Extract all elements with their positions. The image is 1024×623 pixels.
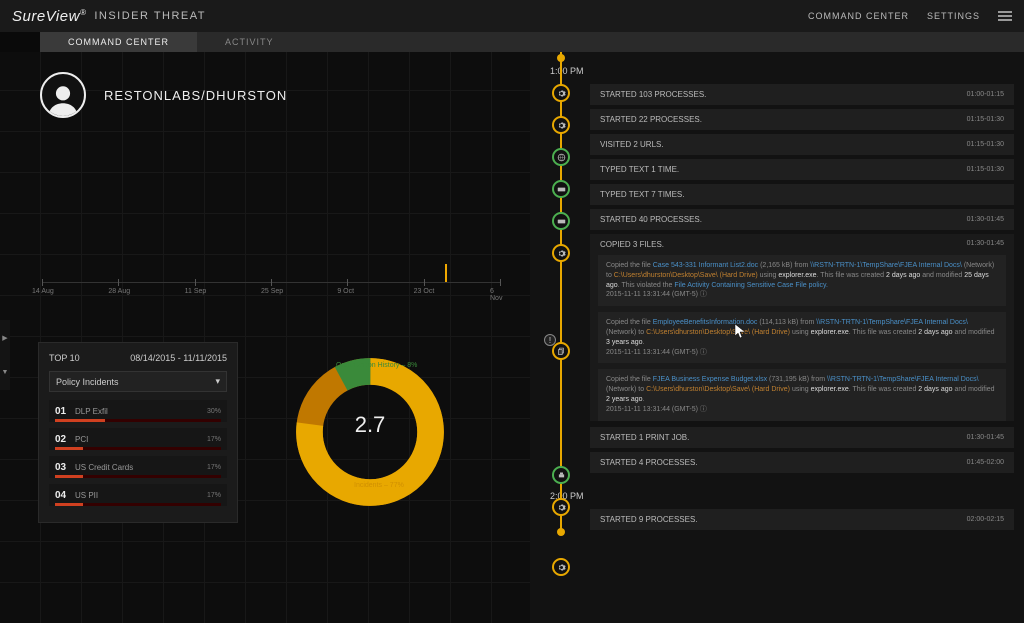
timeline-tick-label: 25 Sep [261,288,283,295]
event-text: STARTED 4 PROCESSES. [600,458,698,467]
event-time: 01:30-01:45 [967,434,1004,441]
timeline-event[interactable]: TYPED TEXT 1 TIME. 01:15-01:30 [590,159,1014,180]
timeline-event[interactable]: STARTED 22 PROCESSES. 01:15-01:30 [590,109,1014,130]
event-time: 01:45-02:00 [967,459,1004,466]
top10-rank: 04 [55,490,75,501]
event-text: STARTED 103 PROCESSES. [600,90,706,99]
top10-pct: 17% [207,464,221,471]
donut-center-value: 2.7 [290,412,450,438]
top10-row[interactable]: 02 PCI 17% [49,428,227,450]
event-text: TYPED TEXT 7 TIMES. [600,190,684,199]
top10-rank: 03 [55,462,75,473]
event-text: STARTED 22 PROCESSES. [600,115,702,124]
donut-label-incidents: Incidents – 77% [354,482,404,489]
detail-item[interactable]: Copied the file Case 543-331 Informant L… [598,255,1006,306]
tab-command-center[interactable]: COMMAND CENTER [40,32,197,52]
timeline-event[interactable]: STARTED 4 PROCESSES. 01:45-02:00 [590,452,1014,473]
menu-icon[interactable] [998,9,1012,23]
mini-timeline[interactable]: 14 Aug28 Aug11 Sep25 Sep9 Oct23 Oct6 Nov [42,282,500,302]
event-text: VISITED 2 URLS. [600,140,664,149]
event-time: 02:00-02:15 [967,516,1004,523]
timeline-event[interactable]: VISITED 2 URLS. 01:15-01:30 [590,134,1014,155]
timeline-detail-block: COPIED 3 FILES. 01:30-01:45 Copied the fi… [590,234,1014,421]
top10-name: DLP Exfil [75,407,207,416]
app-logo: SureView® [12,8,86,25]
time-section-header: 1:00 PM [550,58,1024,80]
timeline-event[interactable]: STARTED 9 PROCESSES. 02:00-02:15 [590,509,1014,530]
top10-row[interactable]: 04 US PII 17% [49,484,227,506]
top10-pct: 30% [207,408,221,415]
timeline-tick-label: 6 Nov [490,288,502,302]
app-subtitle: INSIDER THREAT [94,10,206,22]
timeline-tick-label: 28 Aug [108,288,130,295]
event-text: STARTED 1 PRINT JOB. [600,433,689,442]
top10-panel: TOP 10 08/14/2015 - 11/11/2015 Policy In… [38,342,238,523]
timeline-tick-label: 9 Oct [337,288,354,295]
event-time: 01:30-01:45 [967,216,1004,223]
top10-name: PCI [75,435,207,444]
gear-icon[interactable] [552,84,570,102]
gear-icon[interactable] [552,558,570,576]
keyboard-icon[interactable] [552,180,570,198]
timeline-tick-label: 14 Aug [32,288,54,295]
top10-row[interactable]: 03 US Credit Cards 17% [49,456,227,478]
nav-settings[interactable]: SETTINGS [927,11,980,21]
event-time: 01:15-01:30 [967,166,1004,173]
detail-header: COPIED 3 FILES. [600,240,664,249]
globe-icon[interactable] [552,148,570,166]
gear-icon[interactable] [552,116,570,134]
event-time: 01:15-01:30 [967,116,1004,123]
top10-dropdown[interactable]: Policy Incidents ▾ [49,371,227,392]
avatar [40,72,86,118]
event-time: 01:15-01:30 [967,141,1004,148]
timeline-tick-label: 11 Sep [185,288,207,295]
event-text: STARTED 40 PROCESSES. [600,215,702,224]
timeline-event[interactable]: TYPED TEXT 7 TIMES. [590,184,1014,205]
top10-row[interactable]: 01 DLP Exfil 30% [49,400,227,422]
timeline-event[interactable]: STARTED 103 PROCESSES. 01:00-01:15 [590,84,1014,105]
timeline-event[interactable]: STARTED 1 PRINT JOB. 01:30-01:45 [590,427,1014,448]
nav-command-center[interactable]: COMMAND CENTER [808,11,909,21]
detail-item[interactable]: Copied the file FJEA Business Expense Bu… [598,369,1006,420]
top10-rank: 01 [55,406,75,417]
event-text: TYPED TEXT 1 TIME. [600,165,679,174]
event-time: 01:30-01:45 [967,240,1004,249]
donut-label-org-history: Organization History – 8% [336,362,417,369]
detail-item[interactable]: Copied the file EmployeeBenefitsInformat… [598,312,1006,363]
top10-title: TOP 10 [49,353,80,363]
event-time: 01:00-01:15 [967,91,1004,98]
gear-icon[interactable] [552,498,570,516]
keyboard-icon[interactable] [552,212,570,230]
gear-icon[interactable] [552,244,570,262]
top10-name: US Credit Cards [75,463,207,472]
side-expand-handle[interactable]: ▶▼ [0,320,10,390]
user-name: RESTONLABS/DHURSTON [104,88,287,103]
copy-icon[interactable] [552,342,570,360]
alert-icon[interactable]: ! [544,334,556,346]
top10-range: 08/14/2015 - 11/11/2015 [130,353,227,363]
tab-activity[interactable]: ACTIVITY [197,32,302,52]
top10-pct: 17% [207,492,221,499]
top10-name: US PII [75,491,207,500]
print-icon[interactable] [552,466,570,484]
timeline-tick-label: 23 Oct [414,288,435,295]
event-text: STARTED 9 PROCESSES. [600,515,698,524]
top10-pct: 17% [207,436,221,443]
top10-rank: 02 [55,434,75,445]
timeline-event[interactable]: STARTED 40 PROCESSES. 01:30-01:45 [590,209,1014,230]
time-section-header: 2:00 PM [550,483,1024,505]
risk-donut-chart[interactable]: 2.7 Organization History – 8% Incidents … [290,352,450,517]
chevron-down-icon: ▾ [215,376,220,387]
